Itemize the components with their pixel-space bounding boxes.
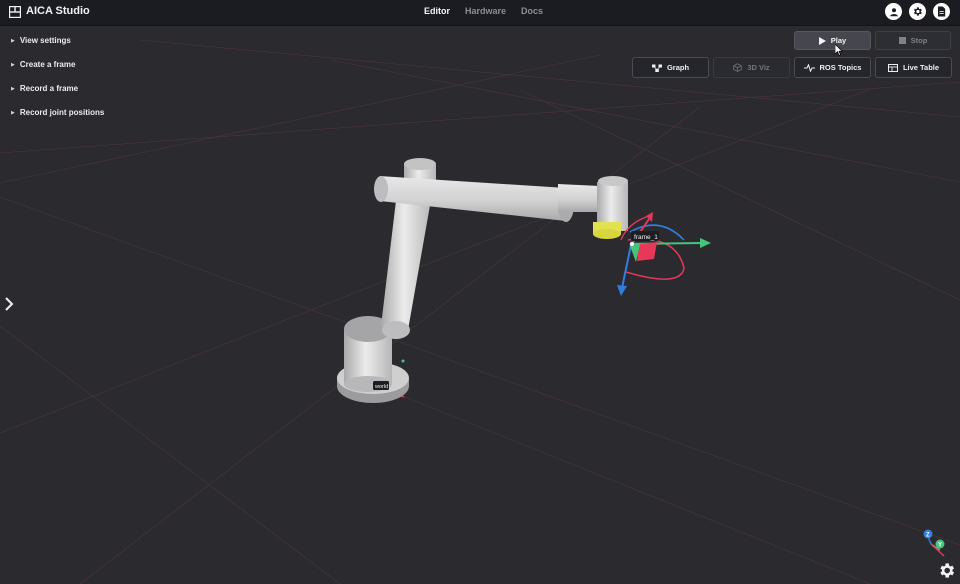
tab-hardware[interactable]: Hardware	[465, 6, 506, 16]
gear-icon	[913, 7, 922, 16]
svg-text:world: world	[374, 384, 388, 390]
settings-button[interactable]	[909, 3, 926, 20]
tab-docs[interactable]: Docs	[521, 6, 543, 16]
play-icon	[818, 36, 826, 45]
svg-text:Y: Y	[938, 543, 942, 549]
cube-icon	[733, 63, 742, 72]
caret-right-icon: ▶	[11, 37, 15, 44]
chevron-right-icon[interactable]	[4, 296, 14, 312]
create-frame-menu[interactable]: ▶ Create a frame	[11, 60, 75, 69]
app-title: AICA Studio	[26, 5, 90, 17]
play-button[interactable]: Play	[794, 31, 871, 50]
svg-text:frame_1: frame_1	[634, 234, 658, 241]
world-frame-label: world	[373, 381, 389, 390]
caret-right-icon: ▶	[11, 85, 15, 92]
record-frame-menu[interactable]: ▶ Record a frame	[11, 84, 78, 93]
mouse-cursor-icon	[835, 44, 843, 56]
robot-elbow-joint	[558, 184, 600, 212]
docs-button[interactable]	[933, 3, 950, 20]
view-settings-menu[interactable]: ▶ View settings	[11, 36, 71, 45]
svg-text:Z: Z	[926, 533, 930, 539]
pulse-icon	[803, 63, 815, 72]
document-icon	[938, 6, 946, 17]
user-icon	[889, 7, 898, 16]
floor-grid	[0, 39, 960, 584]
menu-item-label: Record a frame	[19, 84, 79, 93]
app-logo-icon	[9, 6, 21, 18]
menu-item-label: Create a frame	[19, 60, 76, 69]
frame-1-label: frame_1	[631, 231, 659, 241]
table-icon	[887, 63, 898, 72]
record-joint-positions-menu[interactable]: ▶ Record joint positions	[11, 108, 104, 117]
top-bar: AICA Studio Editor Hardware Docs	[0, 0, 960, 26]
robot-tool-tip	[593, 222, 621, 239]
3d-viewport[interactable]: frame_1 world Z Y	[0, 26, 960, 584]
stop-icon	[898, 37, 906, 44]
graph-icon	[651, 64, 662, 72]
live-table-view-button[interactable]: Live Table	[875, 57, 952, 78]
caret-right-icon: ▶	[11, 61, 15, 68]
stop-button[interactable]: Stop	[875, 31, 951, 50]
graph-view-button[interactable]: Graph	[632, 57, 709, 78]
ros-topics-view-button[interactable]: ROS Topics	[794, 57, 871, 78]
caret-right-icon: ▶	[11, 109, 15, 116]
3d-viz-view-button[interactable]: 3D Viz	[713, 57, 790, 78]
world-y-axis-marker	[401, 359, 405, 363]
tab-editor[interactable]: Editor	[424, 6, 450, 16]
scene-settings-gear-icon[interactable]	[937, 561, 956, 580]
menu-item-label: Record joint positions	[19, 108, 105, 117]
user-button[interactable]	[885, 3, 902, 20]
axes-orientation-indicator: Z Y	[923, 529, 945, 557]
transform-gizmo[interactable]	[617, 212, 711, 296]
menu-item-label: View settings	[19, 36, 71, 45]
